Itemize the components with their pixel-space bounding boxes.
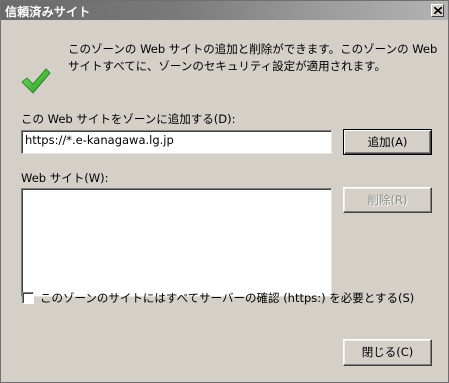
title-bar[interactable]: 信頼済みサイト <box>1 1 448 20</box>
site-url-input[interactable] <box>25 133 325 147</box>
require-https-label[interactable]: このゾーンのサイトにはすべてサーバーの確認 (https:) を必要とする(S) <box>40 290 414 306</box>
add-button[interactable]: 追加(A) <box>343 129 432 155</box>
window-title: 信頼済みサイト <box>5 5 91 19</box>
websites-label: Web サイト(W): <box>21 171 109 185</box>
add-button-label: 追加(A) <box>367 135 408 149</box>
websites-list[interactable] <box>21 188 332 297</box>
site-url-field[interactable] <box>21 130 332 154</box>
add-site-label: この Web サイトをゾーンに追加する(D): <box>21 112 236 126</box>
remove-button-label: 削除(R) <box>367 193 408 207</box>
zone-description-text: このゾーンの Web サイトの追加と削除ができます。このゾーンの Web サイト… <box>68 42 438 73</box>
close-icon <box>434 7 442 14</box>
dialog-body: このゾーンの Web サイトの追加と削除ができます。このゾーンの Web サイト… <box>1 20 448 382</box>
close-button-label: 閉じる(C) <box>361 345 414 359</box>
remove-button[interactable]: 削除(R) <box>343 187 432 213</box>
checkmark-icon <box>21 68 51 94</box>
close-window-button[interactable] <box>431 4 444 17</box>
require-https-checkbox[interactable] <box>22 292 34 304</box>
close-button[interactable]: 閉じる(C) <box>343 339 432 366</box>
trusted-sites-dialog: 信頼済みサイト このゾーンの Web サイトの追加と削除ができます。このゾーンの… <box>0 0 449 383</box>
